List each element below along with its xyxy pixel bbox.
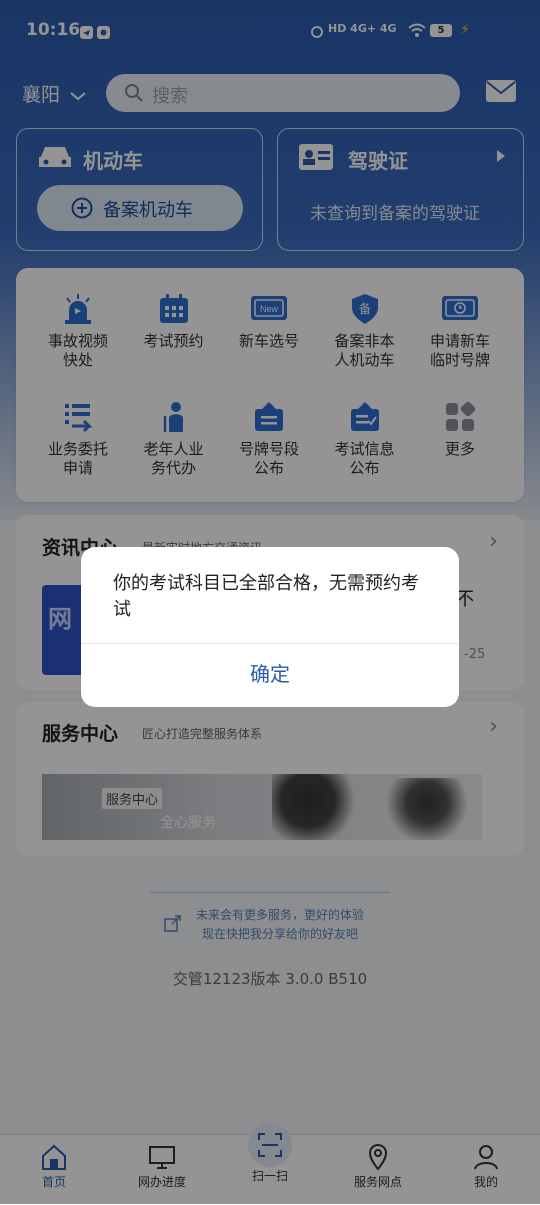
dialog-message: 你的考试科目已全部合格，无需预约考试: [113, 573, 419, 620]
alert-dialog: 你的考试科目已全部合格，无需预约考试 确定: [81, 547, 459, 707]
confirm-button[interactable]: 确定: [81, 643, 459, 707]
